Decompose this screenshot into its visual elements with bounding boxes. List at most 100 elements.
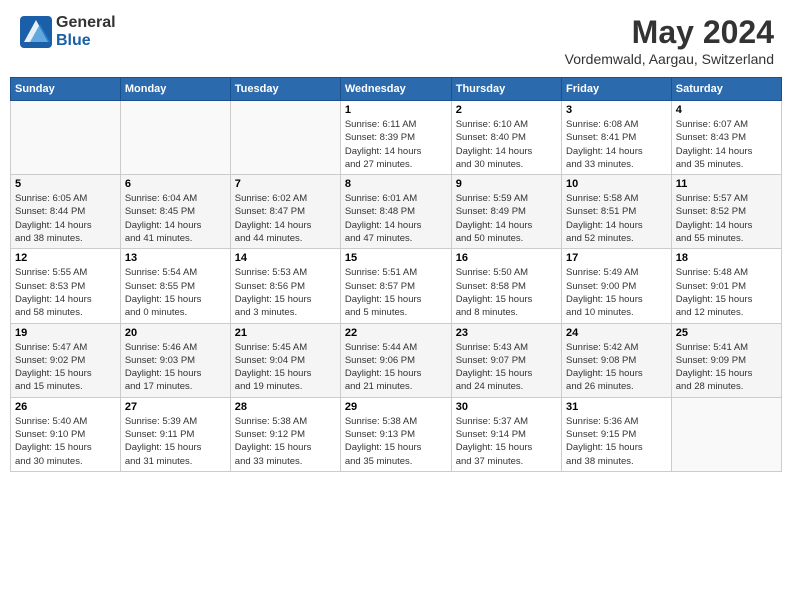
day-number: 22 (345, 327, 447, 339)
calendar-cell: 5Sunrise: 6:05 AM Sunset: 8:44 PM Daylig… (11, 175, 121, 249)
calendar-cell: 12Sunrise: 5:55 AM Sunset: 8:53 PM Dayli… (11, 249, 121, 323)
calendar-cell (230, 101, 340, 175)
day-number: 13 (125, 252, 226, 264)
day-number: 9 (456, 178, 557, 190)
calendar-cell: 20Sunrise: 5:46 AM Sunset: 9:03 PM Dayli… (120, 323, 230, 397)
day-number: 25 (676, 327, 777, 339)
calendar-cell: 18 Sunrise: 5:48 AM Sunset: 9:01 PM Dayli… (671, 249, 781, 323)
calendar-cell: 8 Sunrise: 6:01 AM Sunset: 8:48 PM Daylig… (340, 175, 451, 249)
day-info: Sunrise: 6:07 AM Sunset: 8:43 PM Dayligh… (676, 118, 777, 171)
day-number: 16 (456, 252, 557, 264)
calendar-cell: 2 Sunrise: 6:10 AM Sunset: 8:40 PM Daylig… (451, 101, 561, 175)
day-number: 4 (676, 104, 777, 116)
day-info: Sunrise: 5:59 AM Sunset: 8:49 PM Dayligh… (456, 192, 557, 245)
day-info: Sunrise: 5:44 AM Sunset: 9:06 PM Dayligh… (345, 341, 447, 394)
day-number: 29 (345, 401, 447, 413)
calendar-cell: 24 Sunrise: 5:42 AM Sunset: 9:08 PM Dayli… (562, 323, 672, 397)
day-number: 5 (15, 178, 116, 190)
day-number: 14 (235, 252, 336, 264)
calendar-cell: 9 Sunrise: 5:59 AM Sunset: 8:49 PM Daylig… (451, 175, 561, 249)
calendar-cell: 14 Sunrise: 5:53 AM Sunset: 8:56 PM Dayli… (230, 249, 340, 323)
day-number: 23 (456, 327, 557, 339)
day-info: Sunrise: 5:55 AM Sunset: 8:53 PM Dayligh… (15, 266, 116, 319)
calendar-cell: 31Sunrise: 5:36 AM Sunset: 9:15 PM Dayli… (562, 397, 672, 471)
day-info: Sunrise: 5:37 AM Sunset: 9:14 PM Dayligh… (456, 415, 557, 468)
day-info: Sunrise: 5:40 AM Sunset: 9:10 PM Dayligh… (15, 415, 116, 468)
calendar-week-row: 1Sunrise: 6:11 AM Sunset: 8:39 PM Daylig… (11, 101, 782, 175)
day-info: Sunrise: 5:36 AM Sunset: 9:15 PM Dayligh… (566, 415, 667, 468)
day-number: 11 (676, 178, 777, 190)
calendar-cell: 7 Sunrise: 6:02 AM Sunset: 8:47 PM Daylig… (230, 175, 340, 249)
day-number: 8 (345, 178, 447, 190)
calendar-cell: 10 Sunrise: 5:58 AM Sunset: 8:51 PM Dayli… (562, 175, 672, 249)
day-number: 21 (235, 327, 336, 339)
day-info: Sunrise: 5:47 AM Sunset: 9:02 PM Dayligh… (15, 341, 116, 394)
calendar-cell: 23 Sunrise: 5:43 AM Sunset: 9:07 PM Dayli… (451, 323, 561, 397)
weekday-header-monday: Monday (120, 78, 230, 101)
day-info: Sunrise: 5:57 AM Sunset: 8:52 PM Dayligh… (676, 192, 777, 245)
calendar-week-row: 12Sunrise: 5:55 AM Sunset: 8:53 PM Dayli… (11, 249, 782, 323)
day-number: 2 (456, 104, 557, 116)
day-number: 19 (15, 327, 116, 339)
day-number: 18 (676, 252, 777, 264)
page-header: General Blue May 2024 Vordemwald, Aargau… (10, 10, 782, 71)
day-info: Sunrise: 5:58 AM Sunset: 8:51 PM Dayligh… (566, 192, 667, 245)
day-number: 17 (566, 252, 667, 264)
day-info: Sunrise: 5:48 AM Sunset: 9:01 PM Dayligh… (676, 266, 777, 319)
calendar-cell: 21 Sunrise: 5:45 AM Sunset: 9:04 PM Dayli… (230, 323, 340, 397)
day-info: Sunrise: 5:53 AM Sunset: 8:56 PM Dayligh… (235, 266, 336, 319)
day-info: Sunrise: 5:54 AM Sunset: 8:55 PM Dayligh… (125, 266, 226, 319)
calendar-cell: 25 Sunrise: 5:41 AM Sunset: 9:09 PM Dayli… (671, 323, 781, 397)
calendar-week-row: 26 Sunrise: 5:40 AM Sunset: 9:10 PM Dayli… (11, 397, 782, 471)
day-info: Sunrise: 5:38 AM Sunset: 9:12 PM Dayligh… (235, 415, 336, 468)
day-number: 1 (345, 104, 447, 116)
day-info: Sunrise: 5:42 AM Sunset: 9:08 PM Dayligh… (566, 341, 667, 394)
day-number: 28 (235, 401, 336, 413)
calendar-cell: 6Sunrise: 6:04 AM Sunset: 8:45 PM Daylig… (120, 175, 230, 249)
weekday-header-sunday: Sunday (11, 78, 121, 101)
weekday-header-saturday: Saturday (671, 78, 781, 101)
calendar-cell: 16 Sunrise: 5:50 AM Sunset: 8:58 PM Dayli… (451, 249, 561, 323)
title-section: May 2024 Vordemwald, Aargau, Switzerland (565, 14, 774, 67)
calendar-cell: 13 Sunrise: 5:54 AM Sunset: 8:55 PM Dayli… (120, 249, 230, 323)
day-info: Sunrise: 5:43 AM Sunset: 9:07 PM Dayligh… (456, 341, 557, 394)
calendar-cell (671, 397, 781, 471)
day-info: Sunrise: 5:45 AM Sunset: 9:04 PM Dayligh… (235, 341, 336, 394)
month-year-title: May 2024 (565, 14, 774, 51)
weekday-header-wednesday: Wednesday (340, 78, 451, 101)
calendar-cell: 26 Sunrise: 5:40 AM Sunset: 9:10 PM Dayli… (11, 397, 121, 471)
day-info: Sunrise: 5:41 AM Sunset: 9:09 PM Dayligh… (676, 341, 777, 394)
day-info: Sunrise: 6:01 AM Sunset: 8:48 PM Dayligh… (345, 192, 447, 245)
calendar-cell: 4 Sunrise: 6:07 AM Sunset: 8:43 PM Daylig… (671, 101, 781, 175)
day-info: Sunrise: 5:39 AM Sunset: 9:11 PM Dayligh… (125, 415, 226, 468)
day-info: Sunrise: 5:49 AM Sunset: 9:00 PM Dayligh… (566, 266, 667, 319)
logo-general: General (56, 14, 116, 32)
day-info: Sunrise: 5:38 AM Sunset: 9:13 PM Dayligh… (345, 415, 447, 468)
calendar-cell: 28 Sunrise: 5:38 AM Sunset: 9:12 PM Dayli… (230, 397, 340, 471)
calendar-cell: 11 Sunrise: 5:57 AM Sunset: 8:52 PM Dayli… (671, 175, 781, 249)
day-number: 20 (125, 327, 226, 339)
calendar-cell (11, 101, 121, 175)
weekday-header-row: SundayMondayTuesdayWednesdayThursdayFrid… (11, 78, 782, 101)
weekday-header-friday: Friday (562, 78, 672, 101)
day-info: Sunrise: 6:10 AM Sunset: 8:40 PM Dayligh… (456, 118, 557, 171)
day-info: Sunrise: 5:50 AM Sunset: 8:58 PM Dayligh… (456, 266, 557, 319)
calendar-cell: 30 Sunrise: 5:37 AM Sunset: 9:14 PM Dayli… (451, 397, 561, 471)
day-number: 26 (15, 401, 116, 413)
calendar-cell: 3Sunrise: 6:08 AM Sunset: 8:41 PM Daylig… (562, 101, 672, 175)
day-info: Sunrise: 6:02 AM Sunset: 8:47 PM Dayligh… (235, 192, 336, 245)
day-info: Sunrise: 6:08 AM Sunset: 8:41 PM Dayligh… (566, 118, 667, 171)
day-number: 30 (456, 401, 557, 413)
calendar-cell: 15Sunrise: 5:51 AM Sunset: 8:57 PM Dayli… (340, 249, 451, 323)
calendar-cell: 17 Sunrise: 5:49 AM Sunset: 9:00 PM Dayli… (562, 249, 672, 323)
day-number: 10 (566, 178, 667, 190)
calendar-cell: 19 Sunrise: 5:47 AM Sunset: 9:02 PM Dayli… (11, 323, 121, 397)
day-info: Sunrise: 6:04 AM Sunset: 8:45 PM Dayligh… (125, 192, 226, 245)
calendar-cell (120, 101, 230, 175)
calendar-cell: 1Sunrise: 6:11 AM Sunset: 8:39 PM Daylig… (340, 101, 451, 175)
day-number: 7 (235, 178, 336, 190)
day-number: 24 (566, 327, 667, 339)
calendar-cell: 22 Sunrise: 5:44 AM Sunset: 9:06 PM Dayli… (340, 323, 451, 397)
day-number: 15 (345, 252, 447, 264)
weekday-header-thursday: Thursday (451, 78, 561, 101)
